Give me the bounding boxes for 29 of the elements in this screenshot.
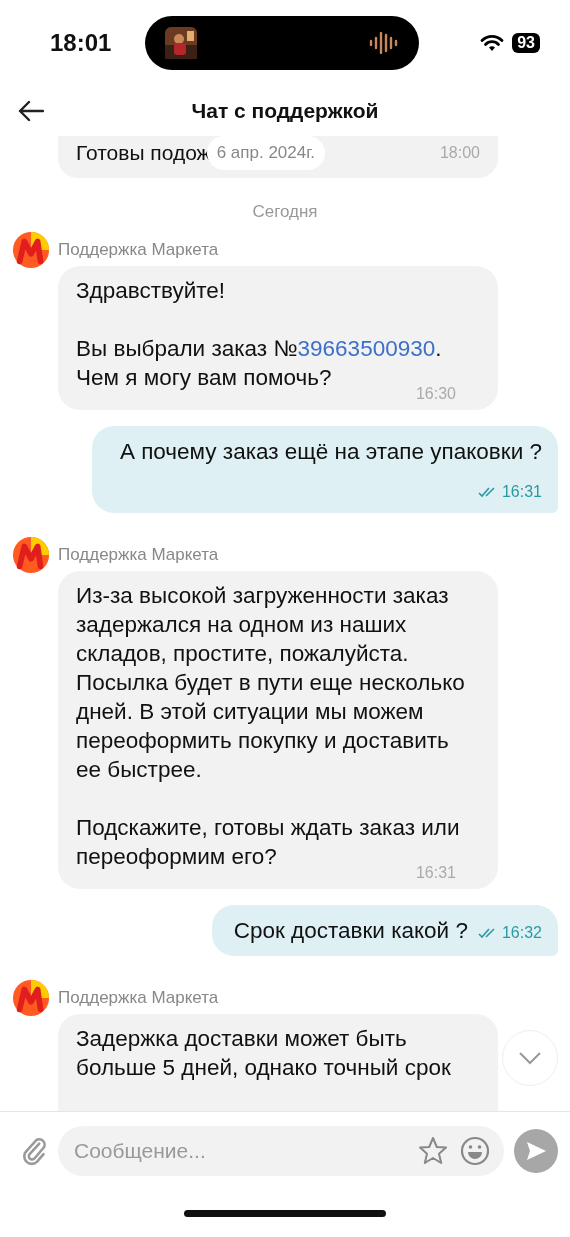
- order-link[interactable]: 39663500930: [297, 336, 436, 361]
- message-time: 16:32: [501, 922, 542, 943]
- message-time: 18:00: [439, 144, 480, 162]
- chevron-down-icon: [518, 1051, 542, 1065]
- waveform-icon: [369, 32, 399, 54]
- sender-name: Поддержка Маркета: [58, 545, 219, 565]
- market-logo-icon: [12, 231, 50, 269]
- attach-icon[interactable]: [22, 1135, 48, 1167]
- message-text: Здравствуйте!: [76, 277, 227, 305]
- send-button[interactable]: [514, 1129, 558, 1173]
- message-text: Срок доставки какой ?: [233, 917, 468, 945]
- date-separator: Сегодня: [252, 202, 318, 221]
- sender-name: Поддержка Маркета: [58, 240, 219, 260]
- star-icon[interactable]: [418, 1136, 448, 1166]
- emoji-icon[interactable]: [460, 1136, 490, 1166]
- wifi-icon: [480, 34, 505, 52]
- send-icon: [524, 1139, 548, 1163]
- battery-level: 93: [512, 33, 540, 53]
- message-text: Из-за высокой загруженности заказ задержался на одном из наших складов, простите, пожалуйста. Посылка будет в пути еще несколько дней. В этой ситуации мы можем переоформить покупку и доставить ее быстрее.: [76, 582, 466, 784]
- message-text: Задержка доставки может быть больше 5 дней, однако точный срок: [76, 1025, 452, 1082]
- message-time: 16:31: [501, 482, 542, 502]
- chat-title: Чат с поддержкой: [191, 99, 379, 123]
- message-text: А почему заказ ещё на этапе упаковки ?: [119, 438, 542, 466]
- back-arrow-icon[interactable]: [18, 100, 44, 122]
- status-time: 18:01: [50, 29, 113, 57]
- sender-name: Поддержка Маркета: [58, 988, 219, 1008]
- market-logo-icon: [12, 536, 50, 574]
- market-logo-icon: [12, 979, 50, 1017]
- message-input[interactable]: Сообщение...: [58, 1126, 504, 1176]
